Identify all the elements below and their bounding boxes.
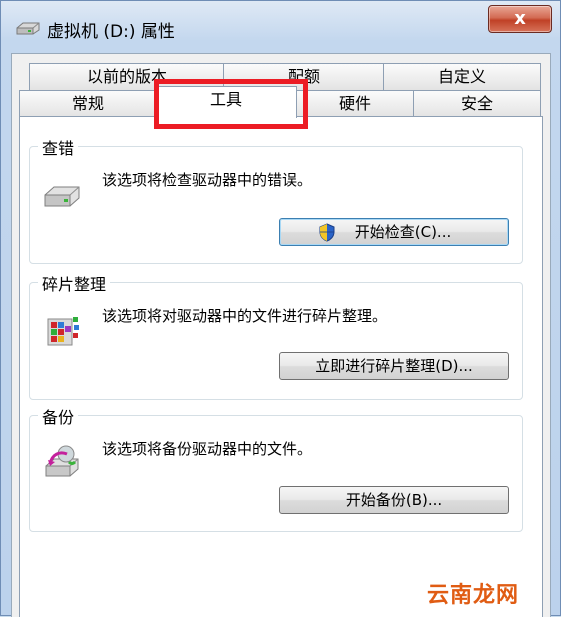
tab-customize[interactable]: 自定义 <box>383 63 541 90</box>
backup-group: 备份 该选项将备份驱动器中的文件。 开始备份(B)... <box>29 404 523 532</box>
tab-hardware[interactable]: 硬件 <box>295 90 415 117</box>
close-button[interactable]: x <box>488 5 552 33</box>
properties-window: 虚拟机 (D:) 属性 x 以前的版本 配额 自定义 常规 工具 硬件 安全 查… <box>0 0 561 617</box>
tab-general[interactable]: 常规 <box>19 90 157 117</box>
shield-icon <box>319 223 335 242</box>
window-title: 虚拟机 (D:) 属性 <box>47 22 175 42</box>
defragmentation-group: 碎片整理 该选项将对驱动器中的文件进行碎片整理。 立即进行碎片整理(D)... <box>29 271 523 400</box>
backup-icon <box>45 445 79 477</box>
check-now-label: 开始检查(C)... <box>354 223 452 241</box>
defragment-now-button[interactable]: 立即进行碎片整理(D)... <box>279 352 509 380</box>
check-now-button[interactable]: 开始检查(C)... <box>279 218 509 246</box>
drive-icon <box>16 22 40 35</box>
backup-description: 该选项将备份驱动器中的文件。 <box>102 440 313 458</box>
defragmentation-description: 该选项将对驱动器中的文件进行碎片整理。 <box>102 307 388 325</box>
group-title-error-checking: 查错 <box>38 135 79 159</box>
drive-icon <box>44 186 80 207</box>
group-title-backup: 备份 <box>38 404 79 428</box>
backup-now-button[interactable]: 开始备份(B)... <box>279 486 509 514</box>
title-bar[interactable]: 虚拟机 (D:) 属性 x <box>1 1 560 53</box>
tab-security[interactable]: 安全 <box>413 90 541 117</box>
error-checking-description: 该选项将检查驱动器中的错误。 <box>102 171 313 189</box>
error-checking-group: 查错 该选项将检查驱动器中的错误。 开始检查(C)... <box>29 135 523 264</box>
watermark: 云南龙网 <box>427 583 520 608</box>
tools-tab-highlight-box <box>154 79 308 129</box>
group-title-defragmentation: 碎片整理 <box>38 271 111 295</box>
defrag-icon <box>47 317 79 346</box>
